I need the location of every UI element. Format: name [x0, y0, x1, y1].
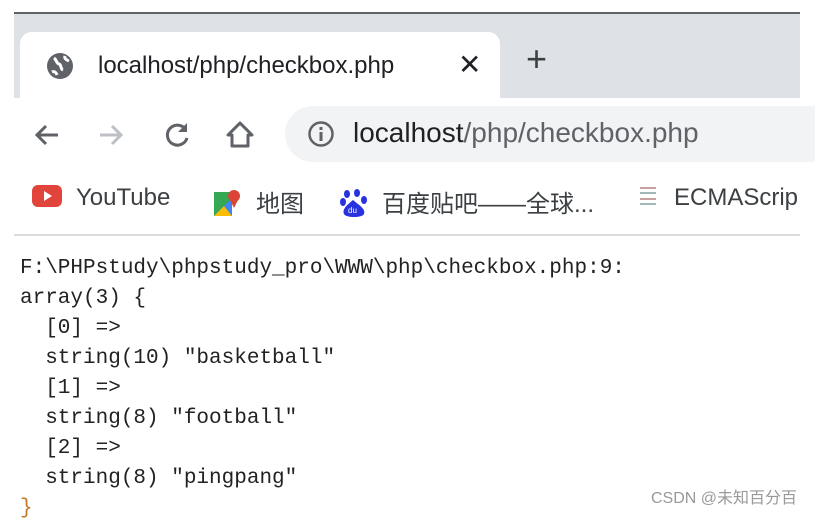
- output-line: [0] =>: [20, 317, 121, 340]
- toolbar: localhost/php/checkbox.php: [14, 98, 815, 170]
- bookmark-youtube[interactable]: YouTube: [32, 184, 170, 212]
- bookmark-ecmascript[interactable]: ECMAScrip: [636, 184, 798, 212]
- maps-icon: [214, 189, 240, 216]
- youtube-icon: [32, 184, 62, 207]
- output-line: string(8) "football": [20, 407, 298, 430]
- baidu-icon: du: [340, 188, 367, 217]
- url-text[interactable]: localhost/php/checkbox.php: [353, 117, 699, 149]
- output-line-path: F:\PHPstudy\phpstudy_pro\WWW\php\checkbo…: [20, 257, 625, 280]
- var-dump-output: F:\PHPstudy\phpstudy_pro\WWW\php\checkbo…: [20, 254, 625, 524]
- bookmarks-bar: YouTube 地图 du 百度贴吧——全球... ECMAScrip: [14, 170, 800, 234]
- close-icon[interactable]: ✕: [458, 48, 481, 81]
- output-line: [2] =>: [20, 437, 121, 460]
- tab-active[interactable]: localhost/php/checkbox.php ✕: [20, 32, 500, 98]
- bookmark-maps[interactable]: 地图: [212, 184, 304, 221]
- address-bar[interactable]: localhost/php/checkbox.php: [285, 106, 815, 162]
- output-line: string(8) "pingpang": [20, 467, 298, 490]
- output-line: }: [20, 497, 33, 520]
- output-line: string(10) "basketball": [20, 347, 336, 370]
- output-line: array(3) {: [20, 287, 147, 310]
- tab-title: localhost/php/checkbox.php: [98, 52, 395, 79]
- info-icon[interactable]: [307, 120, 335, 148]
- tab-bar: localhost/php/checkbox.php ✕ +: [14, 14, 800, 98]
- home-icon[interactable]: [223, 118, 257, 152]
- browser-window: localhost/php/checkbox.php ✕ + localhost…: [14, 12, 815, 236]
- arrow-right-icon[interactable]: [94, 118, 128, 152]
- globe-icon: [47, 53, 73, 79]
- arrow-left-icon[interactable]: [30, 118, 64, 152]
- plus-icon[interactable]: +: [526, 41, 547, 77]
- watermark: CSDN @未知百分百: [651, 490, 798, 507]
- svg-text:du: du: [348, 206, 357, 215]
- reload-icon[interactable]: [160, 118, 194, 152]
- output-line: [1] =>: [20, 377, 121, 400]
- bookmark-baidu-tieba[interactable]: du 百度贴吧——全球...: [340, 184, 594, 221]
- book-icon: [640, 186, 656, 205]
- divider: [14, 234, 800, 236]
